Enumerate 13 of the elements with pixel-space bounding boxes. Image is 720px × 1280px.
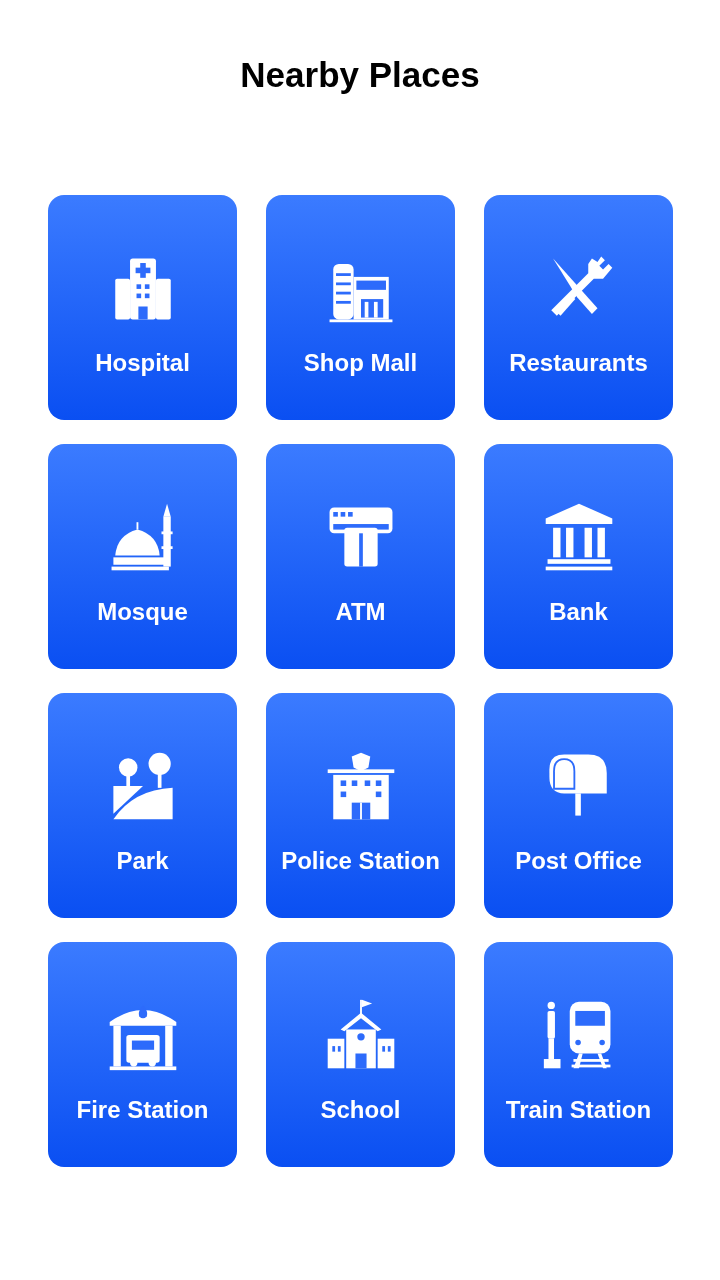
place-button[interactable]: ATM (266, 444, 455, 669)
place-button[interactable]: Bank (484, 444, 673, 669)
place-button[interactable]: Hospital (48, 195, 237, 420)
place-button[interactable]: Police Station (266, 693, 455, 918)
place-button[interactable]: Train Station (484, 942, 673, 1167)
place-button[interactable]: School (266, 942, 455, 1167)
place-button[interactable]: Park (48, 693, 237, 918)
place-button[interactable]: Shop Mall (266, 195, 455, 420)
place-button[interactable]: Mosque (48, 444, 237, 669)
place-button[interactable]: Restaurants (484, 195, 673, 420)
page-title: Nearby Places (239, 54, 481, 96)
place-button[interactable]: Post Office (484, 693, 673, 918)
place-button[interactable]: Fire Station (48, 942, 237, 1167)
